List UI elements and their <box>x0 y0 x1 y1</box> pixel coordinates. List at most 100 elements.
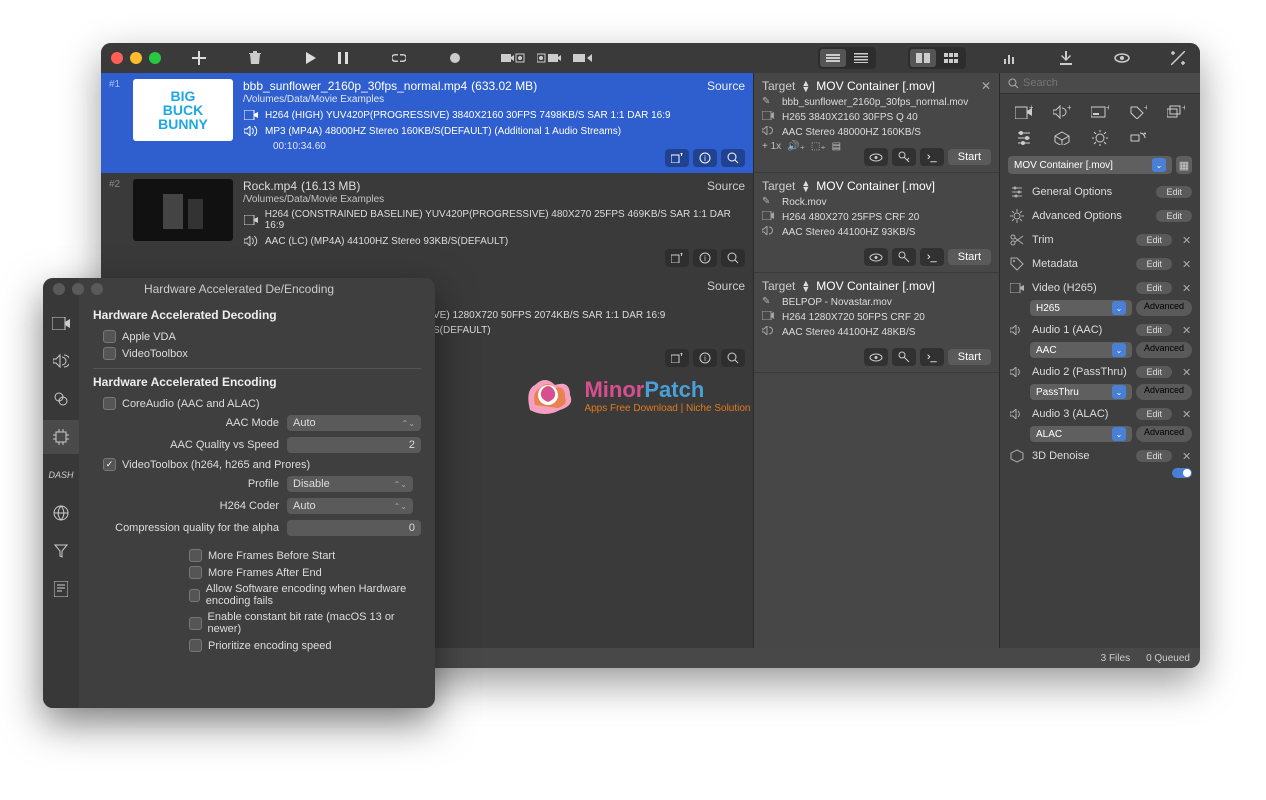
stats-button[interactable] <box>998 48 1022 68</box>
rotate-icon[interactable] <box>1120 126 1156 150</box>
videotoolbox-decode-checkbox[interactable] <box>103 347 116 360</box>
prefs-tab-network[interactable] <box>43 496 79 530</box>
box-icon[interactable] <box>1044 126 1080 150</box>
close-icon[interactable]: ✕ <box>1182 258 1192 271</box>
subtitle-plus-icon[interactable]: + <box>1082 100 1118 124</box>
h264-coder-select[interactable]: Auto⌃⌄ <box>287 498 413 514</box>
start-button[interactable]: Start <box>948 149 991 165</box>
prefs-tab-video[interactable] <box>43 306 79 340</box>
advanced-button[interactable]: Advanced <box>1136 426 1192 442</box>
export-button[interactable] <box>571 48 595 68</box>
camera-image-button[interactable] <box>499 48 527 68</box>
audio1-section-row[interactable]: Audio 1 (AAC) Edit ✕ <box>1000 318 1200 342</box>
prefs-tab-hardware[interactable] <box>43 420 79 454</box>
prioritize-speed-checkbox[interactable] <box>189 639 202 652</box>
prefs-tab-log[interactable] <box>43 572 79 606</box>
add-button[interactable] <box>187 48 211 68</box>
terminal-button[interactable]: ›_ <box>920 148 944 166</box>
advanced-options-row[interactable]: Advanced Options Edit <box>1000 204 1200 228</box>
trim-row[interactable]: Trim Edit ✕ <box>1000 228 1200 252</box>
aac-quality-slider[interactable]: 2 <box>287 437 421 453</box>
add-target-button[interactable] <box>665 149 689 167</box>
close-icon[interactable]: ✕ <box>1182 408 1192 421</box>
denoise-toggle[interactable] <box>1172 468 1192 478</box>
minimize-window-button[interactable] <box>130 52 142 64</box>
search-input[interactable] <box>1023 77 1192 89</box>
prefs-tab-audio[interactable] <box>43 344 79 378</box>
edit-tool-button[interactable] <box>1166 48 1190 68</box>
close-icon[interactable]: ✕ <box>981 79 991 93</box>
audio-plus-icon[interactable]: + <box>1044 100 1080 124</box>
terminal-button[interactable]: ›_ <box>920 248 944 266</box>
apple-vda-checkbox[interactable] <box>103 330 116 343</box>
download-button[interactable] <box>1054 48 1078 68</box>
sliders-icon[interactable] <box>1006 126 1042 150</box>
add-target-button[interactable] <box>665 249 689 267</box>
eye-button[interactable] <box>864 248 888 266</box>
target-item[interactable]: Target ▲▼ MOV Container [.mov] ✎Rock.mov… <box>754 173 999 273</box>
info-button[interactable]: i <box>693 149 717 167</box>
subtitle-plus-icon[interactable]: ⬚₊ <box>811 141 826 152</box>
target-item[interactable]: ✕ Target ▲▼ MOV Container [.mov] ✎bbb_su… <box>754 73 999 173</box>
play-button[interactable] <box>299 48 323 68</box>
record-button[interactable] <box>443 48 467 68</box>
profile-select[interactable]: Disable⌃⌄ <box>287 476 413 492</box>
key-button[interactable] <box>892 348 916 366</box>
coreaudio-checkbox[interactable] <box>103 397 116 410</box>
close-window-button[interactable] <box>111 52 123 64</box>
close-icon[interactable]: ✕ <box>1182 282 1192 295</box>
file-item[interactable]: #1 BIGBUCKBUNNY bbb_sunflower_2160p_30fp… <box>101 73 753 173</box>
advanced-button[interactable]: Advanced <box>1136 342 1192 358</box>
close-icon[interactable]: ✕ <box>1182 450 1192 463</box>
add-target-button[interactable] <box>665 349 689 367</box>
eye-button[interactable] <box>864 348 888 366</box>
tag-plus-icon[interactable]: + <box>1120 100 1156 124</box>
start-button[interactable]: Start <box>948 349 991 365</box>
aac-mode-select[interactable]: Auto⌃⌄ <box>287 415 421 431</box>
video-codec-dropdown[interactable]: H265⌄ <box>1030 300 1132 316</box>
image-camera-button[interactable] <box>535 48 563 68</box>
audio2-section-row[interactable]: Audio 2 (PassThru) Edit ✕ <box>1000 360 1200 384</box>
edit-button[interactable]: Edit <box>1136 324 1172 336</box>
video-section-row[interactable]: Video (H265) Edit ✕ <box>1000 276 1200 300</box>
link-button[interactable] <box>387 48 411 68</box>
search-item-button[interactable] <box>721 249 745 267</box>
stepper-icon[interactable]: ▲▼ <box>801 180 810 192</box>
stepper-icon[interactable]: ▲▼ <box>801 80 810 92</box>
more-frames-before-checkbox[interactable] <box>189 549 202 562</box>
audio-plus-icon[interactable]: 🔊₊ <box>787 141 805 152</box>
close-icon[interactable]: ✕ <box>1182 234 1192 247</box>
audio1-codec-dropdown[interactable]: AAC⌄ <box>1030 342 1132 358</box>
brightness-icon[interactable] <box>1082 126 1118 150</box>
alpha-quality-slider[interactable]: 0 <box>287 520 421 536</box>
terminal-button[interactable]: ›_ <box>920 348 944 366</box>
view-compact-button[interactable] <box>820 49 846 67</box>
audio3-section-row[interactable]: Audio 3 (ALAC) Edit ✕ <box>1000 402 1200 426</box>
search-item-button[interactable] <box>721 149 745 167</box>
layout-grid-button[interactable] <box>938 49 964 67</box>
view-list-button[interactable] <box>848 49 874 67</box>
preview-button[interactable] <box>1110 48 1134 68</box>
info-button[interactable]: i <box>693 349 717 367</box>
advanced-button[interactable]: Advanced <box>1136 300 1192 316</box>
edit-button[interactable]: Edit <box>1136 408 1172 420</box>
audio2-codec-dropdown[interactable]: PassThru⌄ <box>1030 384 1132 400</box>
advanced-button[interactable]: Advanced <box>1136 384 1192 400</box>
edit-button[interactable]: Edit <box>1156 210 1192 222</box>
edit-button[interactable]: Edit <box>1156 186 1192 198</box>
target-item[interactable]: Target ▲▼ MOV Container [.mov] ✎BELPOP -… <box>754 273 999 373</box>
prefs-tab-filters[interactable] <box>43 382 79 416</box>
edit-button[interactable]: Edit <box>1136 282 1172 294</box>
stepper-icon[interactable]: ▲▼ <box>801 280 810 292</box>
pause-button[interactable] <box>331 48 355 68</box>
metadata-row[interactable]: Metadata Edit ✕ <box>1000 252 1200 276</box>
container-dropdown[interactable]: MOV Container [.mov] ⌄ <box>1008 156 1172 174</box>
denoise-row[interactable]: 3D Denoise Edit ✕ <box>1000 444 1200 468</box>
videotoolbox-encode-checkbox[interactable] <box>103 458 116 471</box>
container-info-button[interactable]: ▦ <box>1176 156 1192 174</box>
maximize-window-button[interactable] <box>149 52 161 64</box>
close-icon[interactable]: ✕ <box>1182 366 1192 379</box>
layers-plus-icon[interactable]: + <box>1158 100 1194 124</box>
general-options-row[interactable]: General Options Edit <box>1000 180 1200 204</box>
start-button[interactable]: Start <box>948 249 991 265</box>
